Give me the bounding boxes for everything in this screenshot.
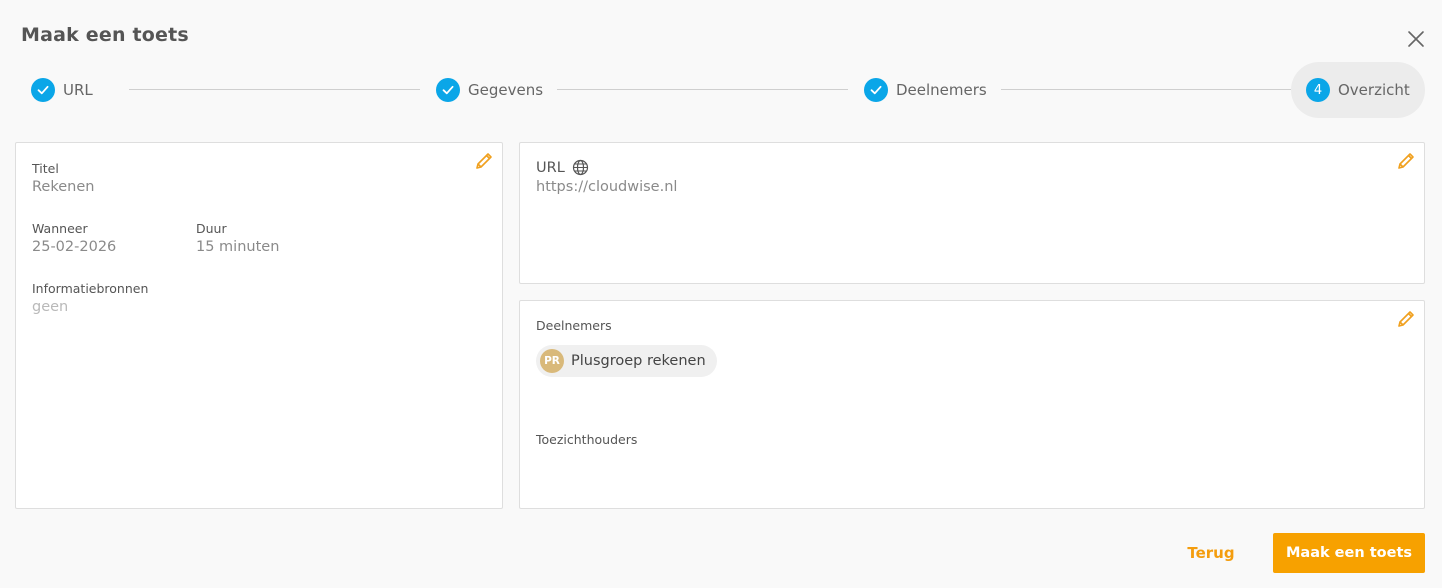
step-overzicht[interactable]: 4 Overzicht	[1291, 62, 1425, 118]
avatar: PR	[540, 349, 564, 373]
back-button[interactable]: Terug	[1172, 533, 1250, 573]
url-card: URL https://cloudwise.nl	[519, 142, 1425, 284]
globe-icon	[572, 159, 588, 176]
step-label: Gegevens	[468, 81, 544, 99]
check-icon	[864, 78, 888, 102]
duration-value: 15 minuten	[196, 239, 280, 255]
edit-details-button[interactable]	[473, 150, 495, 172]
dialog-title: Maak een toets	[21, 24, 189, 46]
edit-participants-button[interactable]	[1395, 308, 1417, 330]
url-value: https://cloudwise.nl	[536, 179, 678, 195]
step-connector	[129, 89, 420, 90]
close-icon[interactable]	[1407, 30, 1425, 48]
url-label: URL	[536, 159, 565, 176]
step-number: 4	[1306, 78, 1330, 102]
sources-value: geen	[32, 299, 69, 315]
step-connector	[557, 89, 848, 90]
participants-card: Deelnemers PR Plusgroep rekenen Toezicht…	[519, 300, 1425, 509]
close-button[interactable]	[1403, 26, 1429, 52]
supervisors-label: Toezichthouders	[536, 432, 638, 447]
duration-label: Duur	[196, 221, 227, 236]
edit-url-button[interactable]	[1395, 150, 1417, 172]
chip-label: Plusgroep rekenen	[571, 353, 706, 369]
step-label: URL	[63, 81, 93, 99]
stepper: URL Gegevens Deelnemers 4 Overzicht	[0, 62, 1442, 118]
step-gegevens[interactable]: Gegevens	[436, 62, 543, 118]
participant-chip[interactable]: PR Plusgroep rekenen	[536, 345, 717, 377]
pencil-icon[interactable]	[1396, 151, 1416, 171]
step-connector	[1001, 89, 1291, 90]
title-label: Titel	[32, 161, 59, 176]
pencil-icon[interactable]	[474, 151, 494, 171]
check-icon	[31, 78, 55, 102]
sources-label: Informatiebronnen	[32, 281, 149, 296]
step-url[interactable]: URL	[31, 62, 93, 118]
pencil-icon[interactable]	[1396, 309, 1416, 329]
participants-label: Deelnemers	[536, 318, 612, 333]
when-label: Wanneer	[32, 221, 88, 236]
step-label: Overzicht	[1338, 81, 1410, 99]
url-header: URL	[536, 159, 589, 176]
create-test-button[interactable]: Maak een toets	[1273, 533, 1425, 573]
step-label: Deelnemers	[896, 81, 987, 99]
step-deelnemers[interactable]: Deelnemers	[864, 62, 987, 118]
when-value: 25-02-2026	[32, 239, 117, 255]
details-card: Titel Rekenen Wanneer 25-02-2026 Duur 15…	[15, 142, 503, 509]
check-icon	[436, 78, 460, 102]
title-value: Rekenen	[32, 179, 95, 195]
